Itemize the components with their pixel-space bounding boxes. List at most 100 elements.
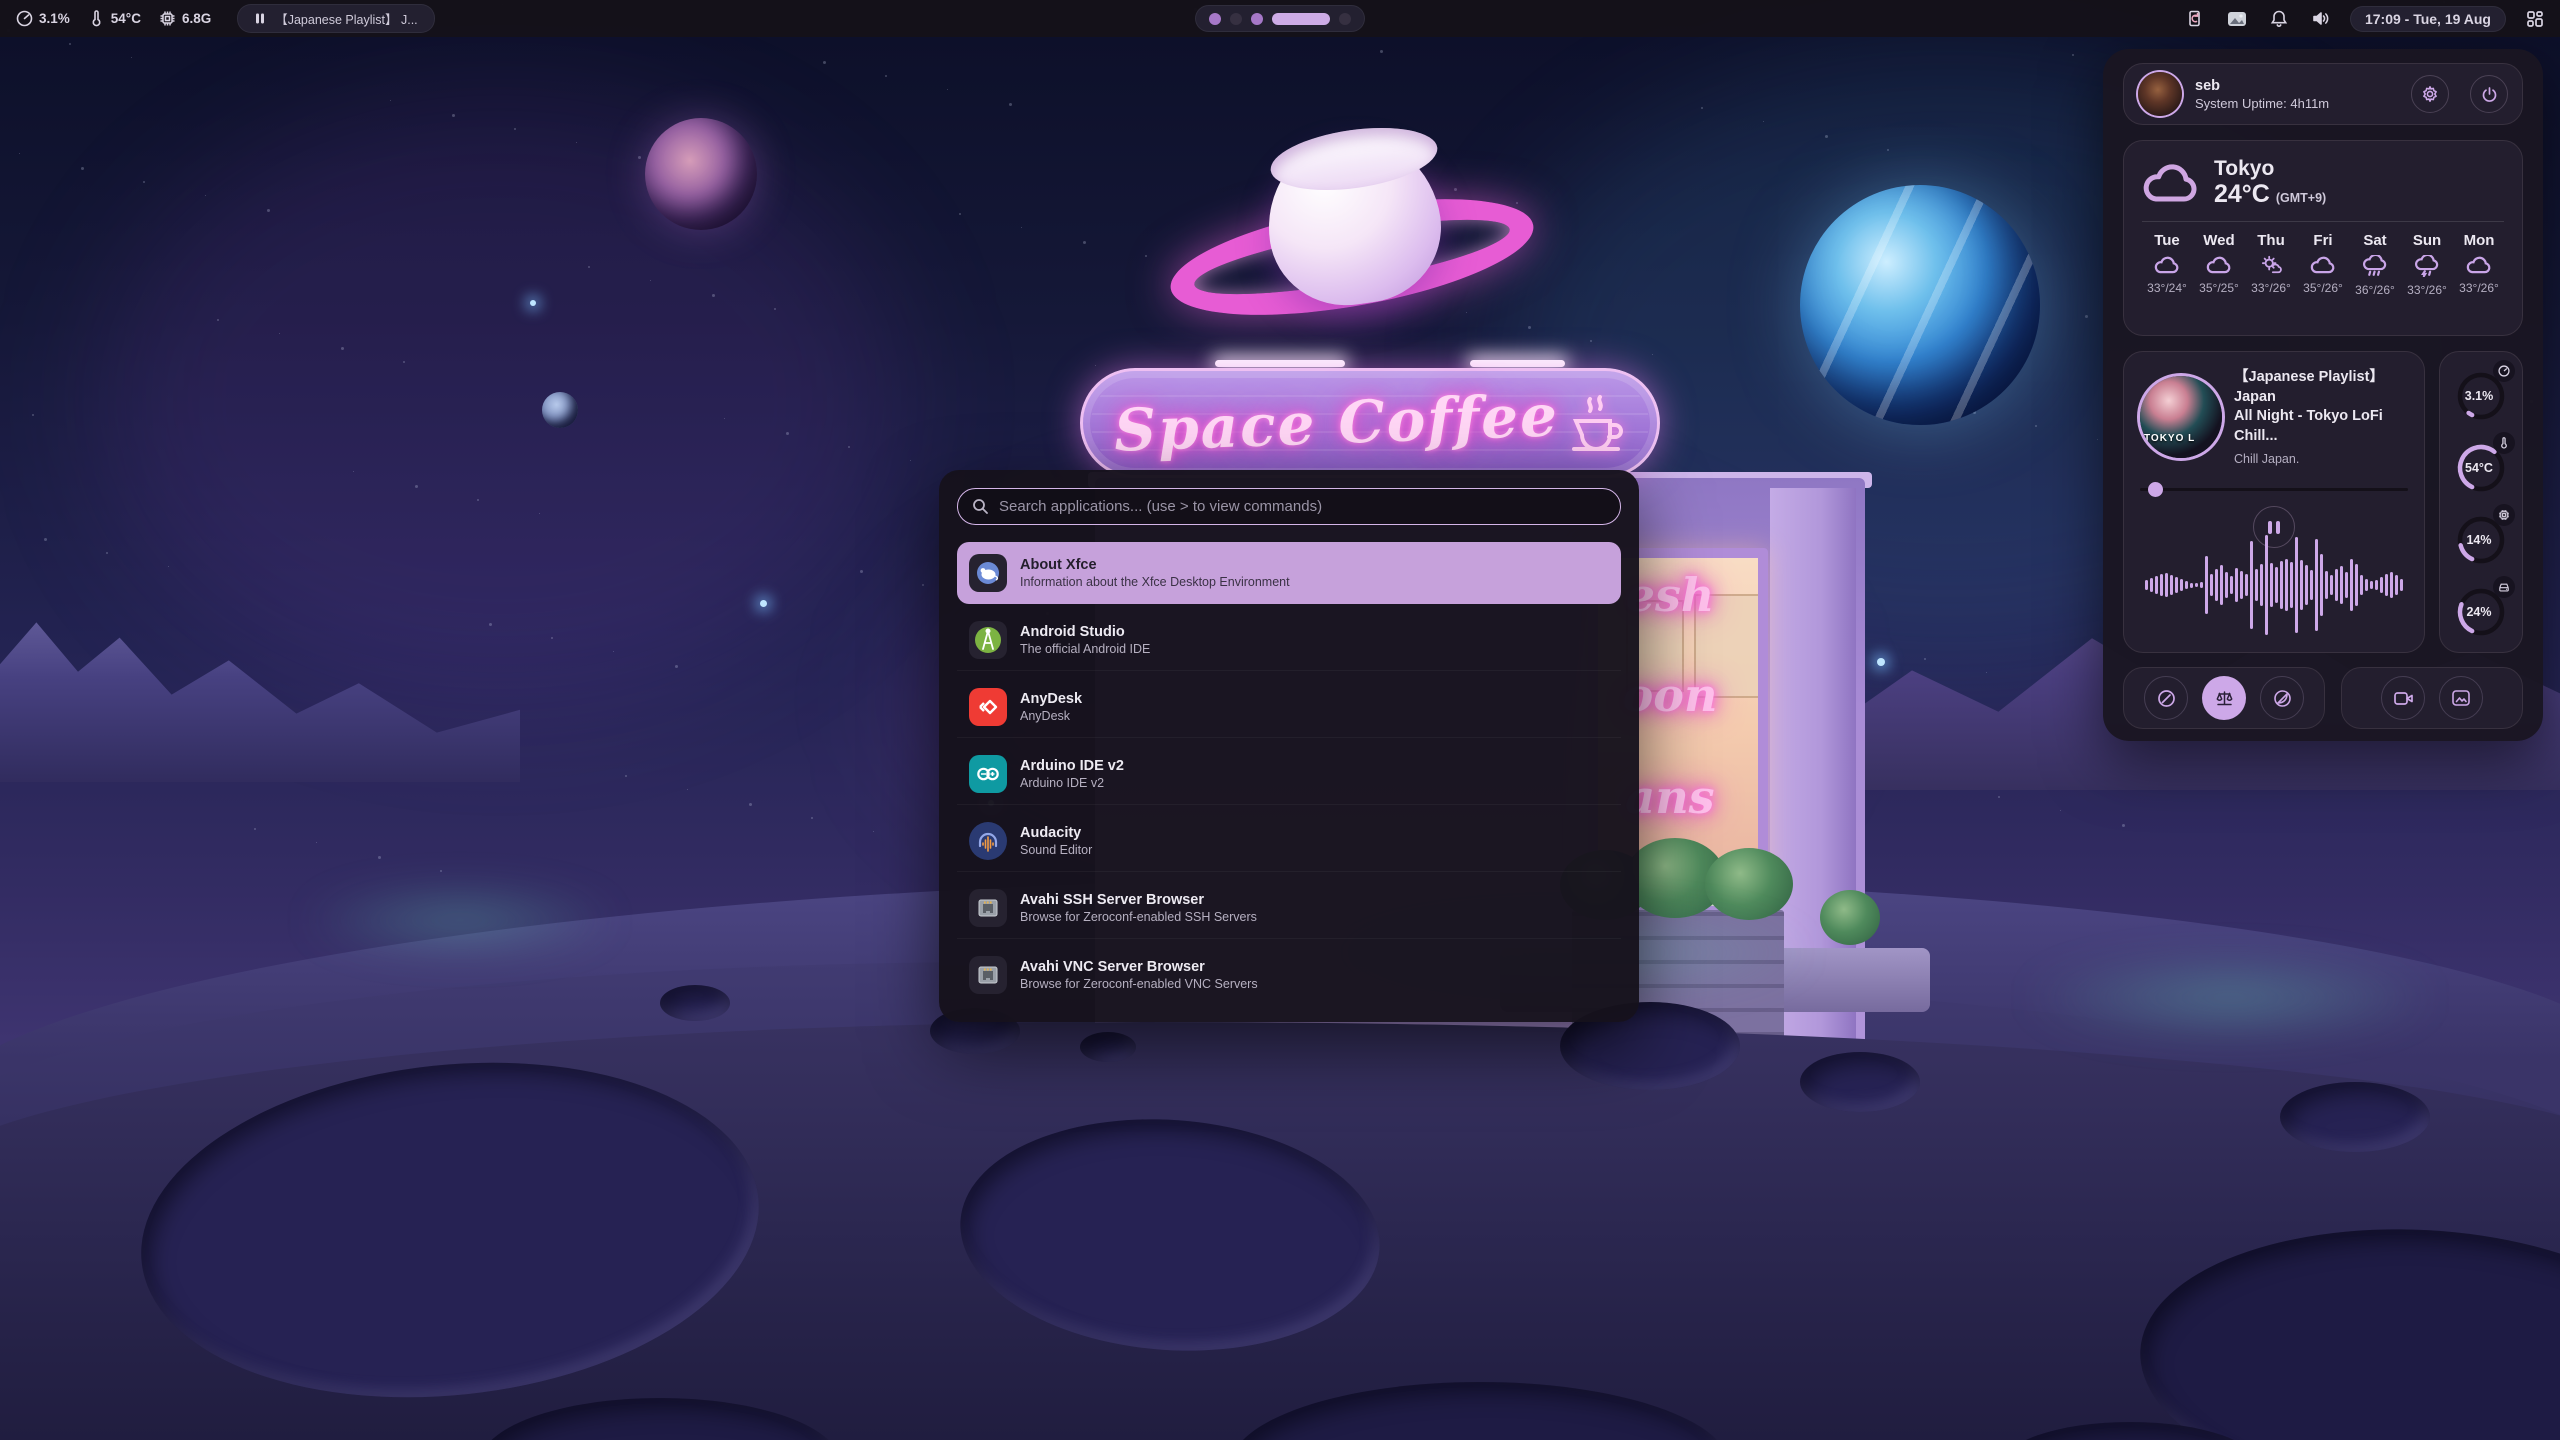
- neon-sign: Space Coffee: [1080, 368, 1660, 478]
- cloud-icon: [2142, 161, 2200, 205]
- visualizer-bar: [2180, 579, 2183, 591]
- pause-icon: [254, 12, 266, 25]
- forecast-temps: 33°/26°: [2251, 281, 2291, 295]
- cloud-icon: [2206, 255, 2232, 275]
- seek-knob[interactable]: [2148, 482, 2163, 497]
- workspace-dot-2[interactable]: [1230, 13, 1242, 25]
- temperature-gauge: 54°C: [2451, 434, 2511, 498]
- neon-sign-text: Space Coffee: [1112, 381, 1559, 464]
- star: [959, 213, 961, 215]
- anydesk-icon: [969, 688, 1007, 726]
- visualizer-bar: [2155, 576, 2158, 594]
- screen-record-icon: [2393, 690, 2414, 707]
- storm-icon: [2414, 255, 2440, 277]
- phone-sync-icon[interactable]: [2182, 6, 2208, 32]
- partly-sunny-icon: [2259, 255, 2283, 275]
- star: [452, 114, 455, 117]
- star: [860, 570, 863, 573]
- star: [2060, 810, 2061, 811]
- forecast-day: Thu 33°/26°: [2246, 232, 2296, 297]
- app-row-avahi-vnc[interactable]: Avahi VNC Server BrowserBrowse for Zeroc…: [957, 944, 1621, 1006]
- star: [724, 418, 725, 419]
- seek-track: [2140, 488, 2408, 491]
- cpu-gauge-icon: [16, 10, 33, 27]
- star: [217, 319, 219, 321]
- screen-record-button[interactable]: [2381, 676, 2425, 720]
- workspace-dot-3[interactable]: [1251, 13, 1263, 25]
- star: [675, 665, 678, 668]
- nebula-glow: [100, 100, 900, 700]
- wallpaper-button[interactable]: [2439, 676, 2483, 720]
- purple-planet: [645, 118, 757, 230]
- forecast-day: Mon 33°/26°: [2454, 232, 2504, 297]
- workspace-dot-5[interactable]: [1339, 13, 1351, 25]
- eco-mode-button[interactable]: [2260, 676, 2304, 720]
- visualizer-bar: [2370, 581, 2373, 589]
- forecast-temps: 33°/26°: [2407, 283, 2447, 297]
- forecast-day-label: Wed: [2203, 232, 2234, 249]
- app-description: Arduino IDE v2: [1020, 776, 1124, 790]
- star: [551, 637, 553, 639]
- power-button[interactable]: [2470, 75, 2508, 113]
- star: [378, 856, 381, 859]
- app-title: Avahi SSH Server Browser: [1020, 892, 1257, 908]
- forecast-temps: 33°/24°: [2147, 281, 2187, 295]
- visualizer-bar: [2300, 560, 2303, 610]
- search-bar[interactable]: [957, 488, 1621, 525]
- star: [885, 75, 887, 77]
- forecast-day-label: Mon: [2464, 232, 2495, 249]
- visualizer-bar: [2340, 566, 2343, 604]
- track-title: 【Japanese Playlist】 Japan All Night - To…: [2234, 368, 2408, 446]
- scales-icon: [2215, 689, 2234, 708]
- star: [749, 803, 752, 806]
- avatar: [2138, 72, 2182, 116]
- balance-mode-button[interactable]: [2202, 676, 2246, 720]
- system-stats: 3.1% 54°C 6.8G: [16, 10, 211, 27]
- memory-stat: 6.8G: [159, 10, 211, 27]
- app-launcher: About XfceInformation about the Xfce Des…: [939, 470, 1639, 1022]
- visualizer-bar: [2280, 561, 2283, 609]
- forecast-day: Sat 36°/26°: [2350, 232, 2400, 297]
- app-description: The official Android IDE: [1020, 642, 1150, 656]
- star: [403, 361, 405, 363]
- visualizer-bar: [2400, 579, 2403, 591]
- star: [2085, 315, 2088, 318]
- workspace-switcher: [1195, 5, 1365, 32]
- star: [32, 414, 34, 416]
- workspace-dot-4[interactable]: [1272, 13, 1330, 25]
- star: [576, 142, 577, 143]
- android-studio-icon: [969, 621, 1007, 659]
- overview-grid-icon[interactable]: [2522, 6, 2548, 32]
- visualizer-bar: [2265, 535, 2268, 635]
- app-row-android-studio[interactable]: Android StudioThe official Android IDE: [957, 609, 1621, 671]
- clock[interactable]: 17:09 - Tue, 19 Aug: [2350, 6, 2506, 32]
- workspace-dot-1[interactable]: [1209, 13, 1221, 25]
- visualizer-bar: [2395, 575, 2398, 595]
- visualizer-bar: [2305, 565, 2308, 605]
- wallpaper-icon[interactable]: [2224, 6, 2250, 32]
- star: [910, 460, 911, 461]
- weather-current: Tokyo 24°C (GMT+9): [2142, 157, 2504, 209]
- bright-star: [530, 300, 536, 306]
- app-list: About XfceInformation about the Xfce Des…: [957, 542, 1621, 1006]
- app-row-avahi-ssh[interactable]: Avahi SSH Server BrowserBrowse for Zeroc…: [957, 877, 1621, 939]
- seek-slider[interactable]: [2140, 482, 2408, 496]
- temperature-icon: [2493, 432, 2515, 454]
- app-row-about-xfce[interactable]: About XfceInformation about the Xfce Des…: [957, 542, 1621, 604]
- user-name: seb: [2195, 78, 2398, 94]
- visualizer-bar: [2380, 577, 2383, 593]
- visualizer-bar: [2195, 583, 2198, 587]
- search-input[interactable]: [999, 498, 1606, 515]
- media-player-pill[interactable]: 【Japanese Playlist】 J...: [237, 4, 434, 33]
- app-row-arduino[interactable]: Arduino IDE v2Arduino IDE v2: [957, 743, 1621, 805]
- bell-icon[interactable]: [2266, 6, 2292, 32]
- performance-gauge-icon: [2157, 689, 2176, 708]
- app-title: AnyDesk: [1020, 691, 1082, 707]
- settings-button[interactable]: [2411, 75, 2449, 113]
- speaker-icon[interactable]: [2308, 6, 2334, 32]
- app-row-anydesk[interactable]: AnyDeskAnyDesk: [957, 676, 1621, 738]
- star: [650, 280, 651, 281]
- visualizer-bar: [2185, 581, 2188, 589]
- app-row-audacity[interactable]: AudacitySound Editor: [957, 810, 1621, 872]
- performance-gauge-button[interactable]: [2144, 676, 2188, 720]
